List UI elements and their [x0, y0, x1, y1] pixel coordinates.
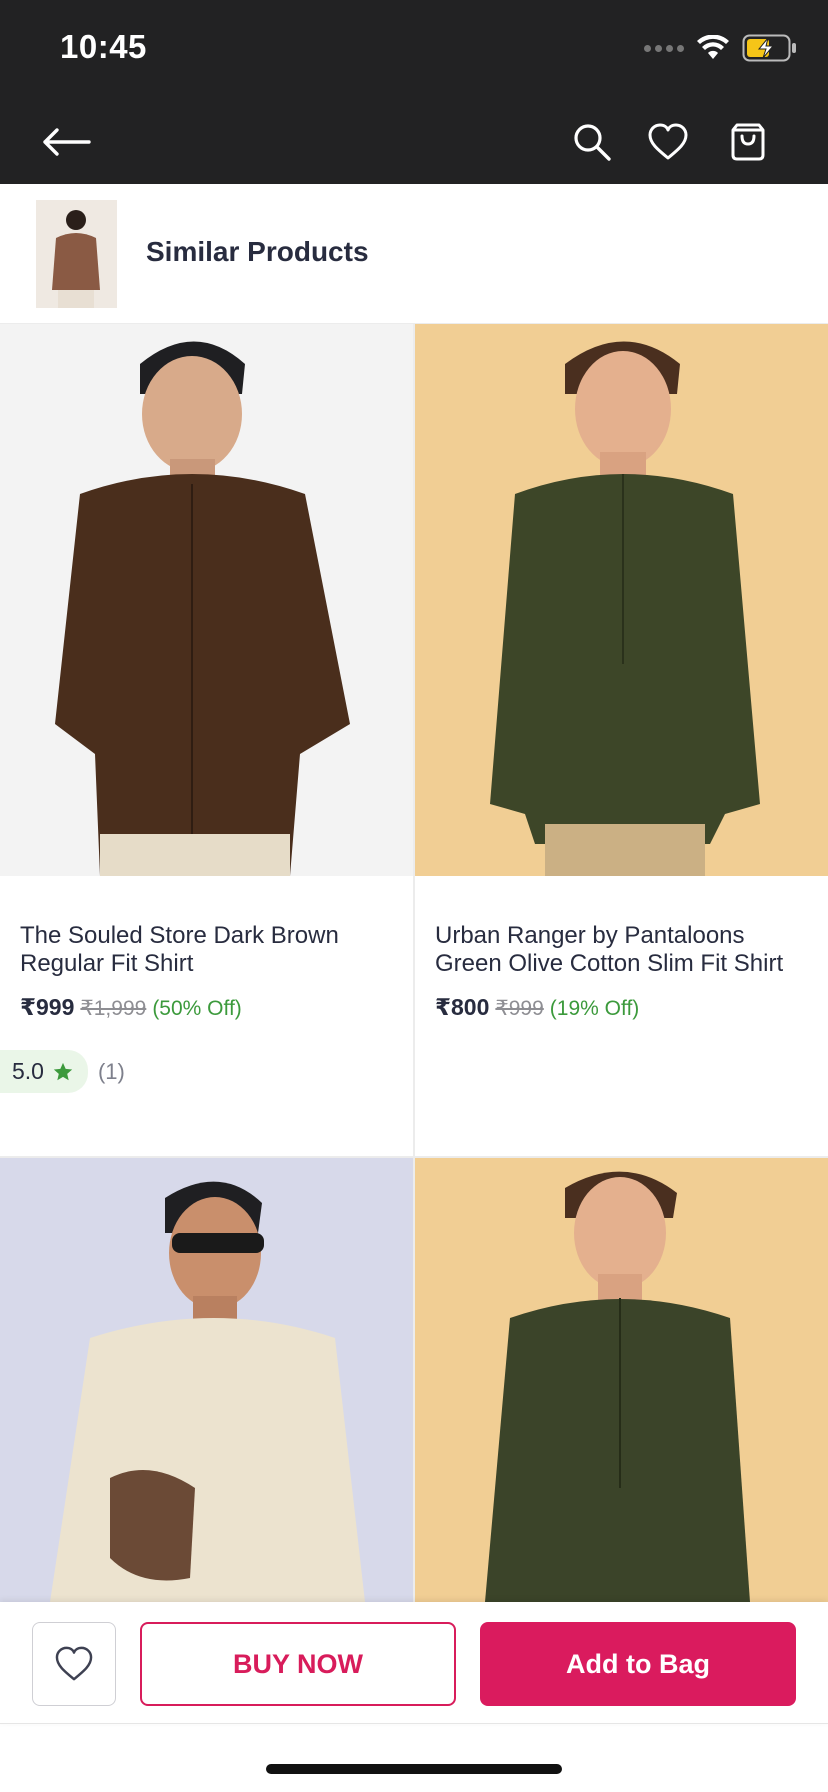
- product-card[interactable]: Urban Ranger by Pantaloons Green Olive C…: [415, 324, 828, 1156]
- product-price: ₹999: [20, 994, 75, 1020]
- product-card[interactable]: [415, 1158, 828, 1602]
- rating-count: (1): [97, 1058, 125, 1084]
- rating-badge: 5.0: [0, 1050, 88, 1093]
- bag-icon: [731, 123, 765, 161]
- bag-button[interactable]: [722, 116, 774, 168]
- product-image: [0, 1158, 413, 1602]
- wifi-icon: [697, 35, 729, 59]
- product-price: ₹800: [435, 994, 490, 1020]
- model-thumbnail-image: [36, 200, 117, 308]
- product-price-row: ₹800 ₹999 (19% Off): [435, 994, 639, 1021]
- rating-value: 5.0: [12, 1058, 44, 1084]
- back-button[interactable]: [36, 116, 96, 168]
- battery-charging-icon: [742, 34, 796, 62]
- model-olive-shirt-image: [415, 324, 828, 876]
- model-brown-shirt-image: [0, 324, 413, 876]
- home-indicator[interactable]: [266, 1764, 562, 1774]
- status-icons: [644, 34, 798, 62]
- grid-divider-horizontal: [0, 1156, 828, 1158]
- product-rating: 5.0 (1): [0, 1050, 125, 1093]
- heart-icon: [648, 123, 688, 160]
- product-discount: (50% Off): [152, 997, 242, 1020]
- model-cream-shirt-image: [0, 1158, 413, 1602]
- page: 10:45 Similar Products The Souled Store …: [0, 0, 828, 1792]
- heart-outline-icon: [55, 1646, 93, 1681]
- similar-products-header: Similar Products: [0, 184, 828, 324]
- add-to-bag-button[interactable]: Add to Bag: [480, 1622, 796, 1706]
- wishlist-toggle-button[interactable]: [32, 1622, 116, 1706]
- product-discount: (19% Off): [549, 997, 640, 1020]
- similar-products-title: Similar Products: [146, 236, 369, 267]
- model-olive-shirt-front-image: [415, 1158, 828, 1602]
- product-image: [415, 1158, 828, 1602]
- product-card[interactable]: [0, 1158, 413, 1602]
- cellular-signal-icon: [644, 44, 684, 52]
- product-name: The Souled Store Dark Brown Regular Fit …: [20, 922, 339, 977]
- star-icon: [53, 1062, 73, 1080]
- product-image: [415, 324, 828, 876]
- product-name: Urban Ranger by Pantaloons Green Olive C…: [435, 922, 784, 977]
- status-time: 10:45: [60, 28, 147, 65]
- bottom-action-bar: BUY NOW Add to Bag: [0, 1602, 828, 1724]
- product-card[interactable]: The Souled Store Dark Brown Regular Fit …: [0, 324, 413, 1156]
- current-product-thumbnail[interactable]: [36, 200, 117, 308]
- top-app-bar: 10:45: [0, 0, 828, 184]
- product-price-row: ₹999 ₹1,999 (50% Off): [20, 994, 242, 1021]
- search-button[interactable]: [566, 116, 618, 168]
- product-mrp: ₹999: [495, 997, 544, 1020]
- buy-now-button[interactable]: BUY NOW: [140, 1622, 456, 1706]
- product-mrp: ₹1,999: [80, 997, 147, 1020]
- search-icon: [574, 124, 611, 161]
- product-image: [0, 324, 413, 876]
- wishlist-button[interactable]: [642, 116, 694, 168]
- grid-divider-vertical: [413, 324, 415, 1604]
- arrow-left-icon: [43, 128, 91, 156]
